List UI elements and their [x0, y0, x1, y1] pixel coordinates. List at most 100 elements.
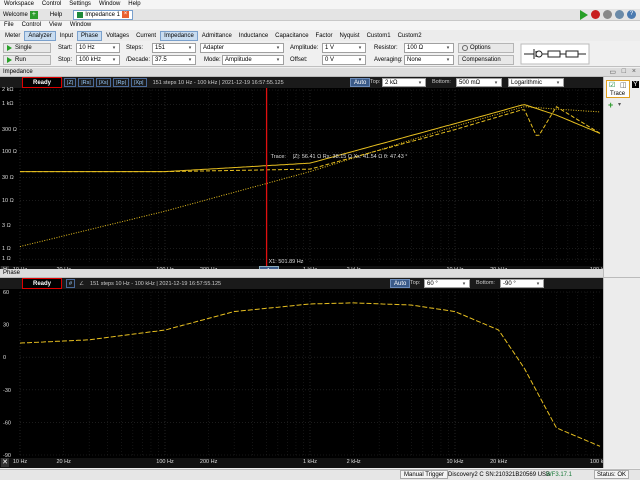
y-axis-toggle[interactable]: Y	[632, 81, 639, 88]
chevron-down-icon: ▾	[446, 57, 450, 63]
chevron-down-icon: ▾	[536, 280, 540, 287]
mode-impedance[interactable]: Impedance	[160, 30, 198, 41]
impedance-chart[interactable]: Trace: |Z|: 56.41 Ω Rs: 38.15 Ω Xs: 41.54…	[0, 88, 603, 266]
chevron-down-icon[interactable]: ▾	[618, 101, 621, 108]
mode-voltages[interactable]: Voltages	[103, 31, 132, 41]
mode-current[interactable]: Current	[133, 31, 159, 41]
impedance-bottom-field[interactable]: 500 mΩ ▾	[456, 78, 502, 87]
compensation-button[interactable]: Compensation	[458, 55, 514, 65]
menu-window[interactable]: Window	[95, 0, 124, 9]
mode-meter[interactable]: Meter	[2, 31, 23, 41]
phase-top-label: Top:	[410, 280, 421, 286]
menu-workspace[interactable]: Workspace	[0, 0, 38, 9]
chevron-down-icon: ▾	[446, 45, 450, 51]
close-plot-icon[interactable]: ×	[632, 68, 636, 75]
mode-label: Mode:	[204, 57, 221, 63]
menu-help[interactable]: Help	[124, 0, 144, 9]
adapter-select[interactable]: Adapter ▾	[200, 43, 284, 53]
single-button[interactable]: Single	[3, 43, 51, 53]
tab-welcome-label: Welcome	[3, 11, 28, 18]
settings-icon[interactable]	[615, 10, 624, 19]
chevron-down-icon: ▾	[358, 57, 362, 63]
trace-side-panel: ☑ ◫ Trace Y + ▾	[603, 77, 640, 277]
run-button[interactable]: Run	[3, 55, 51, 65]
decade-field[interactable]: 37.5 ▾	[152, 55, 196, 65]
tab-help[interactable]: Help	[47, 10, 65, 20]
impedance-auto-button[interactable]: Auto	[350, 78, 371, 87]
stop-field[interactable]: 100 kHz ▾	[76, 55, 120, 65]
mode-custom2[interactable]: Custom2	[395, 31, 425, 41]
steps-value: 151	[155, 45, 166, 51]
impedance-scale-select[interactable]: Logarithmic ▾	[508, 78, 564, 87]
mode-value: Amplitude	[225, 57, 252, 63]
manual-trigger-button[interactable]: Manual Trigger	[400, 470, 449, 479]
phase-channel-button[interactable]: #	[66, 279, 76, 288]
trace-xs-button[interactable]: |Xs|	[95, 78, 112, 87]
add-trace-icon[interactable]: +	[608, 100, 613, 110]
impedance-bottom-label: Bottom:	[432, 79, 451, 85]
tab-impedance-1[interactable]: Impedance 1 ×	[73, 9, 133, 20]
mode-custom1[interactable]: Custom1	[364, 31, 394, 41]
mode-input[interactable]: Input	[57, 31, 76, 41]
record-icon[interactable]	[603, 10, 612, 19]
help-icon[interactable]: ?	[627, 10, 636, 19]
run-all-icon[interactable]	[580, 10, 588, 20]
close-x-axis-icon[interactable]: ✕	[1, 458, 9, 467]
mode-nyquist[interactable]: Nyquist	[337, 31, 363, 41]
tab-welcome[interactable]: Welcome +	[0, 10, 41, 20]
averaging-field[interactable]: None ▾	[404, 55, 454, 65]
device-status: Discovery2 C SN:210321B20569 USB	[448, 472, 551, 478]
mode-capacitance[interactable]: Capacitance	[272, 31, 311, 41]
menu-file[interactable]: File	[0, 21, 18, 30]
start-field[interactable]: 10 Hz ▾	[76, 43, 120, 53]
y-tick-label: 10 Ω	[2, 197, 14, 204]
steps-field[interactable]: 151 ▾	[152, 43, 196, 53]
offset-field[interactable]: 0 V ▾	[322, 55, 366, 65]
phase-top-field[interactable]: 60 ° ▾	[424, 279, 470, 288]
tab-impedance-1-label: Impedance 1	[85, 11, 120, 18]
chevron-down-icon: ▾	[418, 79, 422, 86]
mode-analyzer[interactable]: Analyzer	[24, 30, 56, 41]
offset-value: 0 V	[325, 57, 335, 63]
maximize-icon[interactable]: □	[622, 68, 626, 75]
mode-inductance[interactable]: Inductance	[236, 31, 271, 41]
trace-rs-button[interactable]: |Rs|	[78, 78, 94, 87]
chevron-down-icon: ▾	[276, 57, 280, 63]
menu-settings[interactable]: Settings	[65, 0, 95, 9]
menu-instrument-control[interactable]: Control	[18, 21, 45, 30]
amplitude-field[interactable]: 1 V ▾	[322, 43, 366, 53]
menu-instrument-window[interactable]: Window	[66, 21, 95, 30]
detach-icon[interactable]: ▭	[609, 68, 616, 76]
trace-z-button[interactable]: |Z|	[64, 78, 77, 87]
add-icon[interactable]: +	[29, 10, 38, 19]
cursor-x1-label: X1: 501.89 Hz	[269, 259, 304, 265]
amplitude-value: 1 V	[325, 45, 335, 51]
menu-view[interactable]: View	[45, 21, 66, 30]
menu-control[interactable]: Control	[38, 0, 65, 9]
mode-phase[interactable]: Phase	[77, 30, 103, 41]
phase-chart[interactable]: 60300-30-60-90	[0, 289, 603, 458]
impedance-top-field[interactable]: 2 kΩ ▾	[382, 78, 426, 87]
trace-xp-button[interactable]: |Xp|	[131, 78, 147, 87]
y-tick-label: 30 Ω	[2, 174, 14, 181]
software-version: WF3.17.1	[546, 472, 573, 478]
impedance-plot-area: Ready |Z| |Rs| |Xs| |Rp| |Xp| 151 steps …	[0, 77, 603, 266]
single-icon	[7, 45, 12, 51]
status-ok: Status: OK	[594, 470, 630, 479]
close-tab-icon[interactable]: ×	[121, 11, 129, 18]
trace-rp-button[interactable]: |Rp|	[113, 78, 129, 87]
mode-admittance[interactable]: Admittance	[199, 31, 235, 41]
x-tick-label: 1 kHz	[302, 459, 318, 465]
mode-select[interactable]: Amplitude ▾	[222, 55, 284, 65]
x-tick-label: 2 kHz	[346, 459, 361, 465]
resistor-field[interactable]: 100 Ω ▾	[404, 43, 454, 53]
options-button[interactable]: Options	[458, 43, 514, 53]
trace-panel-button[interactable]: ☑ ◫ Trace	[606, 80, 630, 98]
stop-all-icon[interactable]	[591, 10, 600, 19]
impedance-section-header: Impedance ▭ □ ×	[0, 68, 640, 77]
mode-factor[interactable]: Factor	[313, 31, 336, 41]
phase-plot-area: Ready # ∠ 151 steps 10 Hz - 100 kHz | 20…	[0, 278, 603, 458]
phase-bottom-field[interactable]: -90 ° ▾	[500, 279, 544, 288]
phase-auto-button[interactable]: Auto	[390, 279, 411, 288]
x-tick-label: 20 Hz	[56, 459, 71, 465]
